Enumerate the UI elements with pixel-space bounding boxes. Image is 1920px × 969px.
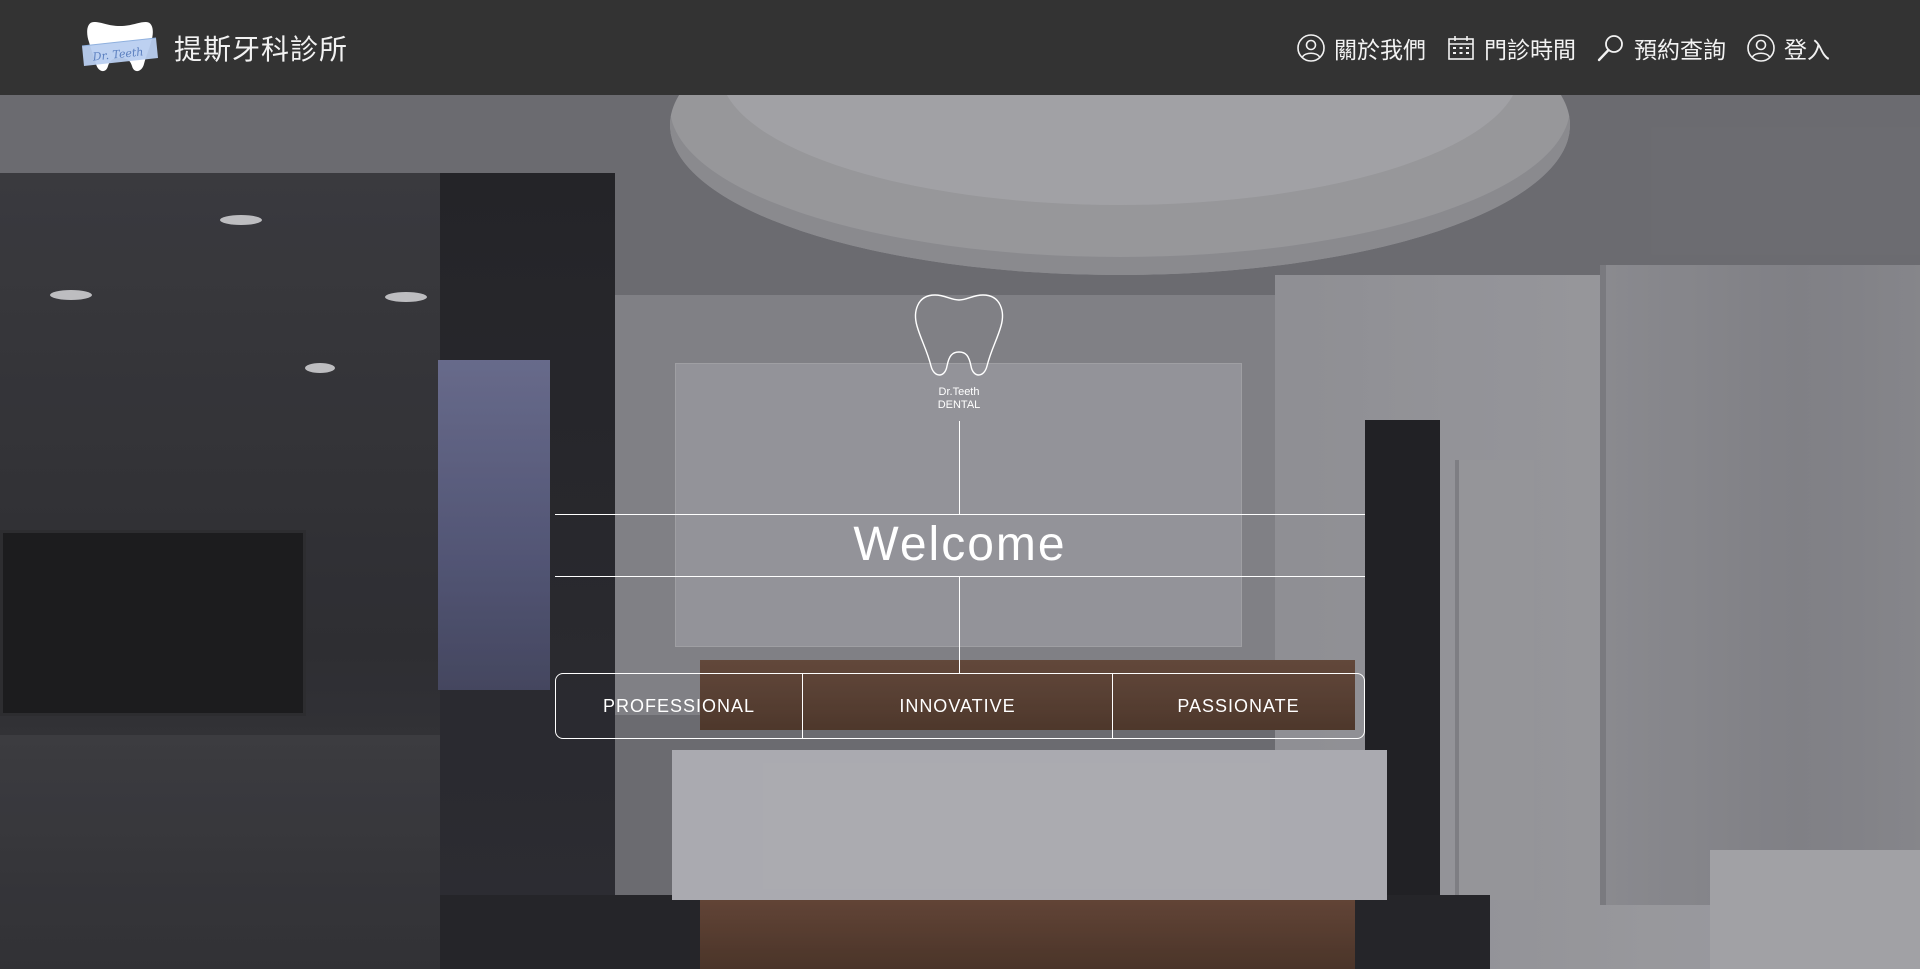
brand-home-link[interactable]: Dr. Teeth 提斯牙科診所 [80,16,348,80]
welcome-heading: Welcome [853,518,1067,571]
user-icon [1297,33,1325,62]
nav-login[interactable]: 登入 [1746,31,1830,65]
nav-login-label: 登入 [1784,37,1830,64]
pillar-professional: PROFESSIONAL [602,695,756,716]
tooth-outline-icon [914,294,1004,376]
top-navbar: Dr. Teeth 提斯牙科診所 關於我們 門診時間 預約查詢 登入 [0,0,1920,95]
hero-logo-text: Dr.Teeth DENTAL [911,386,1007,412]
hero-logo: Dr.Teeth DENTAL [911,292,1007,417]
pillar-innovative: INNOVATIVE [802,674,1112,738]
value-pillars: PROFESSIONAL INNOVATIVE PASSIONATE [555,673,1365,739]
search-icon [1597,34,1623,61]
nav-clinic-hours-label: 門診時間 [1484,37,1576,64]
calendar-icon [1448,35,1474,60]
nav-appointment-search-label: 預約查詢 [1634,37,1726,64]
brand-name: 提斯牙科診所 [174,33,349,66]
nav-clinic-hours[interactable]: 門診時間 [1446,31,1576,65]
hero-logo-line1: Dr.Teeth [938,386,980,398]
hero-logo-line2: DENTAL [937,399,981,411]
divider-line [959,421,960,514]
main-nav: 關於我們 門診時間 預約查詢 登入 [1276,0,1830,95]
nav-about-us[interactable]: 關於我們 [1296,31,1426,65]
pillar-passionate: PASSIONATE [1112,674,1364,738]
dr-teeth-logo-icon: Dr. Teeth [81,22,158,72]
divider-line [555,576,1365,577]
divider-line [959,577,960,673]
user-icon [1747,33,1775,62]
nav-about-us-label: 關於我們 [1334,37,1426,64]
nav-appointment-search[interactable]: 預約查詢 [1596,31,1726,65]
